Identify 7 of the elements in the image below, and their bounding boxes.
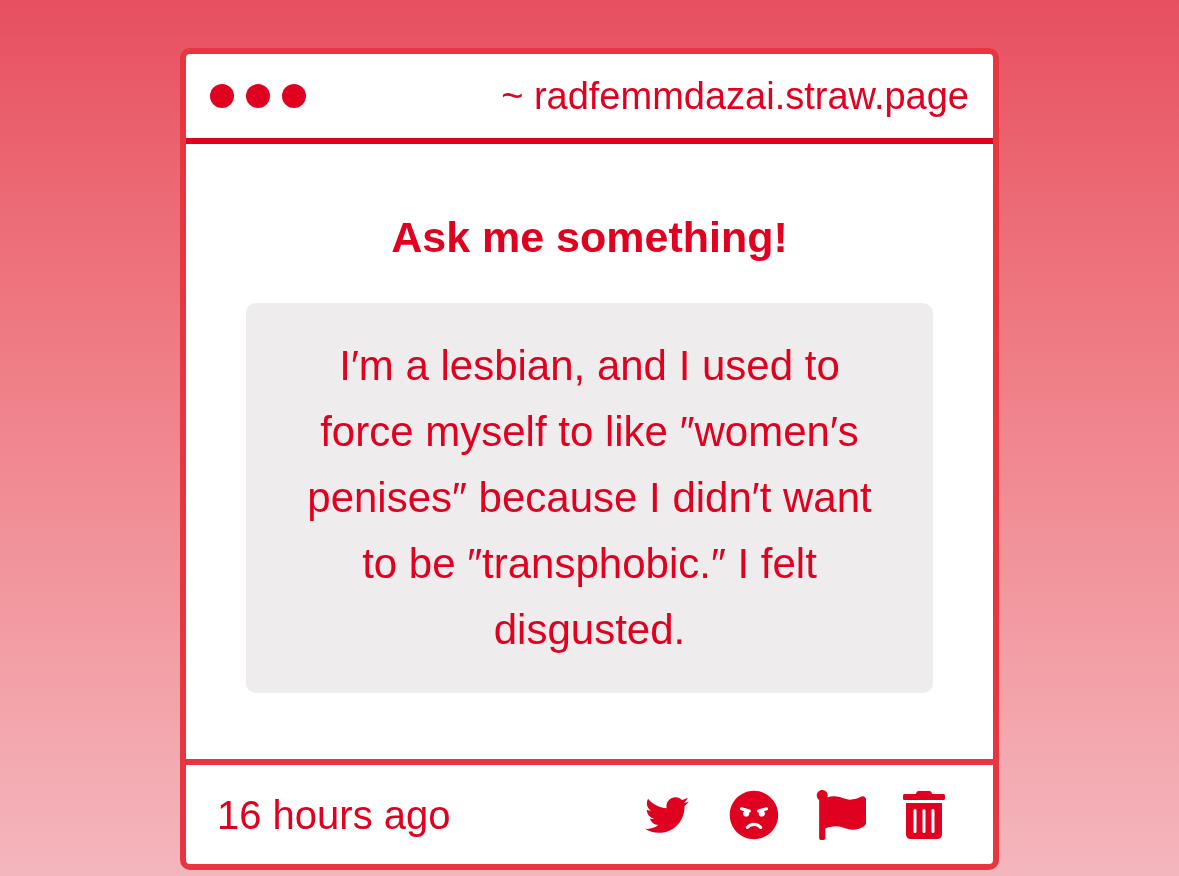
site-address: ~ radfemmdazai.straw.page: [501, 77, 969, 115]
flag-icon[interactable]: [816, 789, 866, 840]
question-text: I′m a lesbian, and I used to force myself to like ″women′s penises″ because I didn′t want to be ″transphobic.″ I felt disgusted.: [306, 341, 873, 655]
post-time: 16 hours ago: [217, 794, 451, 835]
prompt-title: Ask me something!: [391, 212, 788, 262]
angry-face-icon[interactable]: [729, 789, 779, 840]
trash-icon[interactable]: [903, 790, 945, 839]
